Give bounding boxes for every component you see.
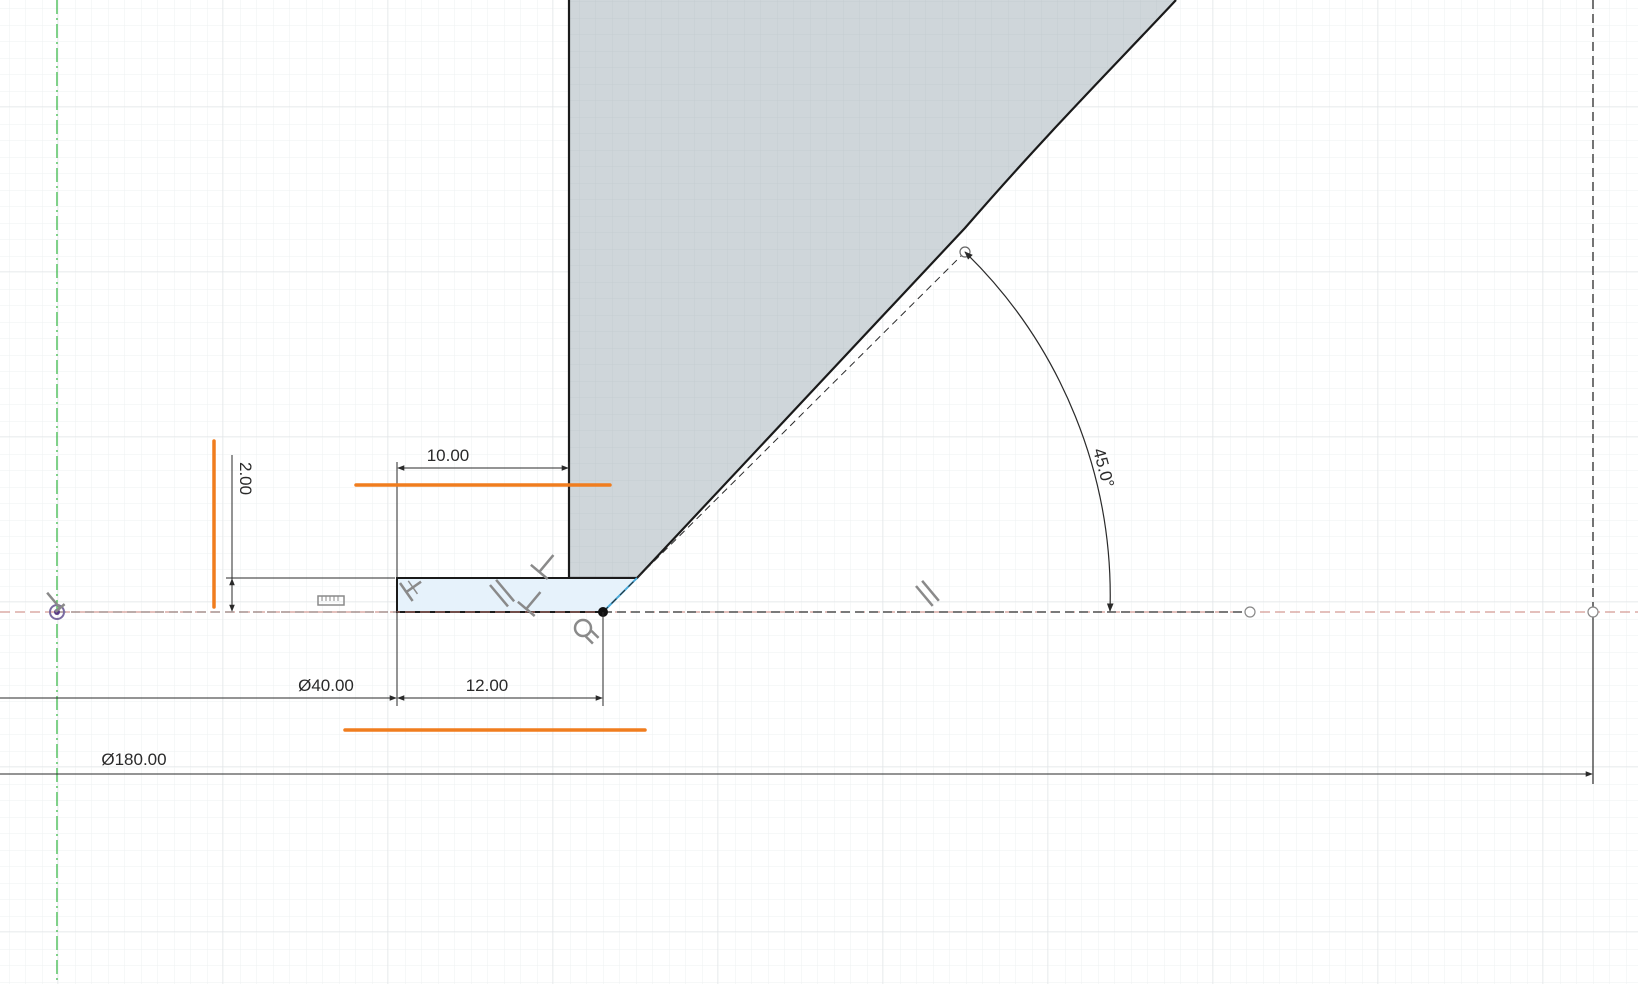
dim-diameter-outer[interactable]: Ø180.00 [101, 750, 166, 769]
sketch-canvas[interactable]: 10.00 2.00 12.00 Ø40.00 Ø180.00 45.0° [0, 0, 1638, 984]
sketch-point-right[interactable] [1587, 606, 1599, 618]
sketch-viewport[interactable]: 10.00 2.00 12.00 Ø40.00 Ø180.00 45.0° [0, 0, 1638, 984]
dim-width-top[interactable]: 10.00 [427, 446, 470, 465]
dim-diameter-inner[interactable]: Ø40.00 [298, 676, 354, 695]
selected-lip-region[interactable] [397, 578, 637, 612]
sketch-point-construction-end[interactable] [1244, 606, 1256, 618]
dim-width-bottom[interactable]: 12.00 [466, 676, 509, 695]
dim-height-left[interactable]: 2.00 [236, 462, 255, 495]
